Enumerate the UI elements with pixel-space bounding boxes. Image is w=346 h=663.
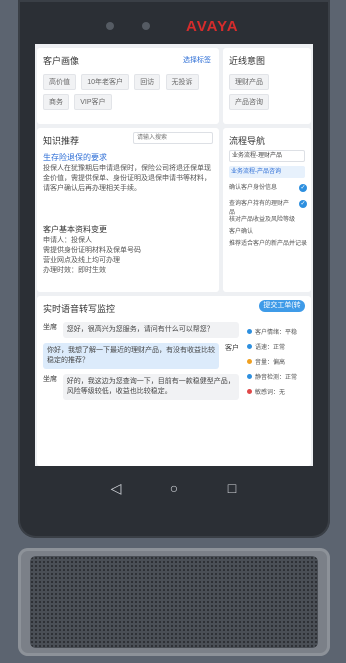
status-label: 音量：偏高 xyxy=(255,360,286,366)
realtime-monitor-card: 实时语音转写监控 提交工单(转派) 坐席 您好，很高兴为您服务，请问有什么可以帮… xyxy=(37,296,311,466)
knowledge-section-body: 申请人：投保人 需提供身份证明材料及保单号码 营业网点及线上均可办理 办理时效：… xyxy=(43,236,213,276)
transcript-list: 坐席 您好，很高兴为您服务，请问有什么可以帮您？ 你好，我想了解一下最近的理财产… xyxy=(43,322,239,400)
sensor-dot xyxy=(106,22,114,30)
check-icon: ✓ xyxy=(299,184,307,192)
flow-step[interactable]: 推荐适合客户的新产品并记录 xyxy=(229,240,307,258)
customer-tag: 高价值 xyxy=(43,74,76,90)
knowledge-title: 知识推荐 xyxy=(43,136,80,146)
intent-tag-list: 理财产品 产品咨询 xyxy=(229,72,309,112)
recent-intent-title: 近线意图 xyxy=(229,56,266,66)
device-top-bezel: AVAYA xyxy=(18,0,330,44)
flow-step[interactable]: 查询客户持有的理财产品 ✓ xyxy=(229,200,307,216)
status-list: 客户情绪：平稳 语速：正常 音量：偏高 静音检测：正常 敏感词：无 xyxy=(247,326,307,401)
message-bubble: 好的，我这边为您查询一下，目前有一款稳健型产品，风险等级较低，收益也比较稳定。 xyxy=(62,374,239,400)
flow-step-text: 客户确认 xyxy=(229,229,254,235)
knowledge-article-body: 投保人在犹豫期后申请退保时，保险公司将退还保单现金价值，需提供保单、身份证明及退… xyxy=(43,165,211,192)
speaker-grille xyxy=(30,556,318,648)
status-label: 敏感词：无 xyxy=(255,390,286,396)
tablet-device: AVAYA 客户画像 选择标签 高价值 10年老客户 回访 无投诉 商务 VIP… xyxy=(18,0,330,538)
customer-tag: 无投诉 xyxy=(165,74,199,90)
knowledge-card: 知识推荐 生存险退保的要求 投保人在犹豫期后申请退保时，保险公司将退还保单现金价… xyxy=(37,128,219,292)
status-dot-icon xyxy=(247,329,252,334)
status-item: 音量：偏高 xyxy=(247,356,307,371)
realtime-title: 实时语音转写监控 xyxy=(43,304,116,314)
flow-step-text: 查询客户持有的理财产品 xyxy=(229,201,290,216)
status-dot-icon xyxy=(247,389,252,394)
flow-step-text: 确认客户身份信息 xyxy=(229,185,278,191)
back-icon[interactable]: ◁ xyxy=(101,480,131,497)
flow-step[interactable]: 确认客户身份信息 ✓ xyxy=(229,184,307,200)
knowledge-line: 营业网点及线上均可办理 xyxy=(43,257,120,264)
message-bubble: 您好，很高兴为您服务，请问有什么可以帮您？ xyxy=(62,322,239,338)
intent-tag: 理财产品 xyxy=(229,74,269,90)
transcript-message: 你好，我想了解一下最近的理财产品，有没有收益比较稳定的推荐？ 客户 xyxy=(43,343,239,369)
status-label: 语速：正常 xyxy=(255,345,286,351)
status-label: 静音检测：正常 xyxy=(255,375,298,381)
status-item: 客户情绪：平稳 xyxy=(247,326,307,341)
recent-intent-card: 近线意图 理财产品 产品咨询 xyxy=(223,48,311,124)
customer-profile-card: 客户画像 选择标签 高价值 10年老客户 回访 无投诉 商务 VIP客户 xyxy=(37,48,219,124)
check-icon: ✓ xyxy=(299,200,307,208)
speaker-label: 坐席 xyxy=(43,324,57,331)
intent-tag: 产品咨询 xyxy=(229,94,269,110)
submit-ticket-button[interactable]: 提交工单(转派) xyxy=(259,300,305,321)
status-item: 敏感词：无 xyxy=(247,386,307,401)
transcript-message: 坐席 好的，我这边为您查询一下，目前有一款稳健型产品，风险等级较低，收益也比较稳… xyxy=(43,374,239,400)
speaker-base xyxy=(18,548,330,656)
customer-profile-title: 客户画像 xyxy=(43,56,80,66)
knowledge-line: 申请人：投保人 xyxy=(43,237,92,244)
status-item: 静音检测：正常 xyxy=(247,371,307,386)
android-nav-bar: ◁ ○ □ xyxy=(35,466,313,512)
flow-navigation-card: 流程导航 业务流程-理财产品 业务流程-产品咨询 确认客户身份信息 ✓ 查询客户… xyxy=(223,128,311,292)
speaker-label: 坐席 xyxy=(43,376,57,383)
select-tags-link[interactable]: 选择标签 xyxy=(183,55,211,65)
flow-step-text: 推荐适合客户的新产品并记录 xyxy=(229,241,308,247)
recent-apps-icon[interactable]: □ xyxy=(217,480,247,496)
transcript-message: 坐席 您好，很高兴为您服务，请问有什么可以帮您？ xyxy=(43,322,239,338)
customer-tag: VIP客户 xyxy=(74,94,112,110)
flow-subselect[interactable]: 业务流程-产品咨询 xyxy=(229,166,305,178)
customer-tag: 回访 xyxy=(134,74,161,90)
status-dot-icon xyxy=(247,359,252,364)
flow-step-list: 确认客户身份信息 ✓ 查询客户持有的理财产品 ✓ 核对产品收益及风险等级 客户确… xyxy=(229,184,307,258)
knowledge-line: 需提供身份证明材料及保单号码 xyxy=(43,247,141,254)
brand-logo: AVAYA xyxy=(186,18,239,35)
customer-tag-list: 高价值 10年老客户 回访 无投诉 商务 VIP客户 xyxy=(43,72,215,112)
flow-step[interactable]: 客户确认 xyxy=(229,228,307,240)
status-item: 语速：正常 xyxy=(247,341,307,356)
knowledge-line: 办理时效：即时生效 xyxy=(43,267,106,274)
status-label: 客户情绪：平稳 xyxy=(255,330,298,336)
message-bubble: 你好，我想了解一下最近的理财产品，有没有收益比较稳定的推荐？ xyxy=(43,343,220,369)
status-dot-icon xyxy=(247,374,252,379)
knowledge-section-title: 客户基本资料变更 xyxy=(43,225,107,234)
flow-title: 流程导航 xyxy=(229,136,266,146)
customer-tag: 10年老客户 xyxy=(81,74,130,90)
flow-select[interactable]: 业务流程-理财产品 xyxy=(229,150,305,162)
knowledge-article-title[interactable]: 生存险退保的要求 xyxy=(43,152,107,163)
home-icon[interactable]: ○ xyxy=(159,480,189,496)
knowledge-search-input[interactable] xyxy=(133,132,213,144)
status-dot-icon xyxy=(247,344,252,349)
screen: 客户画像 选择标签 高价值 10年老客户 回访 无投诉 商务 VIP客户 近线意… xyxy=(35,44,313,466)
customer-tag: 商务 xyxy=(43,94,69,110)
camera-icon xyxy=(142,22,150,30)
speaker-label: 客户 xyxy=(225,345,239,352)
